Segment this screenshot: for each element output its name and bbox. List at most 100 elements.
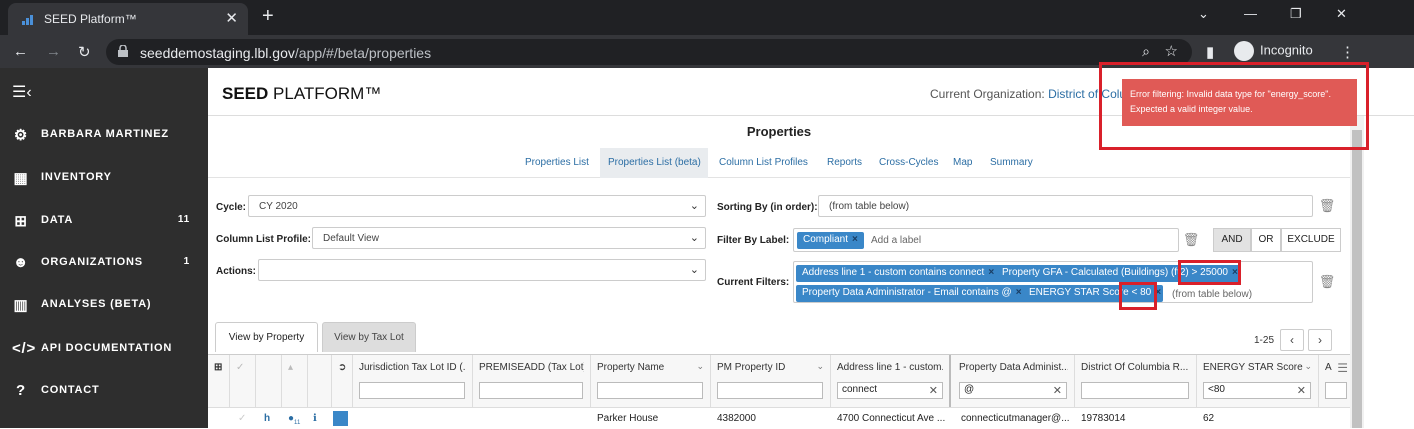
grid-menu-icon[interactable]: ☰ [1337, 361, 1348, 375]
col-address-line-1[interactable]: Address line 1 - custom... connect ✕ [831, 355, 951, 407]
column-list-profile-label: Column List Profile: [216, 234, 311, 245]
tab-summary[interactable]: Summary [990, 157, 1033, 168]
sidebar-item-data[interactable]: ⊞ DATA 11 [0, 202, 208, 240]
tab-properties-list[interactable]: Properties List [525, 157, 589, 168]
filter-input[interactable]: @ ✕ [959, 382, 1067, 399]
sorting-input[interactable]: (from table below) [818, 195, 1313, 217]
browser-menu-icon[interactable]: ⋮ [1340, 43, 1355, 61]
filter-chip-address[interactable]: Address line 1 - custom contains connect… [796, 265, 1001, 282]
bookmark-star-icon[interactable]: ☆ [1165, 42, 1178, 60]
new-tab-icon[interactable]: + [262, 5, 274, 28]
history-icon[interactable]: h [264, 413, 270, 424]
col-property-name[interactable]: Property Name ⌄ [591, 355, 711, 407]
zoom-icon[interactable]: ⌕ [1142, 43, 1150, 60]
table-row[interactable]: ✓ h ●11 ℹ Parker House 4382000 4700 Conn… [208, 407, 1350, 429]
reload-icon[interactable]: ↻ [78, 43, 91, 61]
chevron-down-icon[interactable]: ⌄ [696, 361, 704, 372]
clear-filters-trash-icon[interactable]: 🗑 [1316, 271, 1338, 293]
sidebar-item-label: ANALYSES (BETA) [41, 298, 152, 310]
sidebar-item-inventory[interactable]: ▦ INVENTORY [0, 159, 208, 197]
filter-chip-admin-email[interactable]: Property Data Administrator - Email cont… [796, 285, 1028, 302]
col-extra[interactable]: A ☰ [1319, 355, 1350, 407]
expand-all-column[interactable]: ⊞ [208, 355, 230, 407]
sidebar-item-contact[interactable]: ? CONTACT [0, 372, 208, 410]
filter-input[interactable] [717, 382, 823, 399]
filter-value: connect [842, 384, 878, 395]
col-property-data-admin[interactable]: Property Data Administ... @ ✕ [953, 355, 1075, 407]
tab-view-by-tax-lot[interactable]: View by Tax Lot [322, 322, 416, 352]
scrollbar-thumb[interactable] [1352, 130, 1362, 428]
forward-icon[interactable]: → [46, 43, 61, 60]
sidebar-item-api-docs[interactable]: </> API DOCUMENTATION [0, 330, 208, 368]
seed-logo[interactable]: SEED PLATFORM™ [222, 84, 381, 104]
incognito-indicator[interactable]: Incognito [1234, 41, 1313, 61]
logic-and-button[interactable]: AND [1213, 228, 1251, 252]
tab-map[interactable]: Map [953, 157, 972, 168]
tab-view-by-property[interactable]: View by Property [215, 322, 318, 352]
filter-input[interactable]: <80 ✕ [1203, 382, 1311, 399]
close-tab-icon[interactable]: ✕ [225, 9, 238, 27]
remove-chip-icon[interactable]: × [988, 267, 994, 278]
next-page-icon[interactable]: › [1308, 329, 1332, 351]
clear-filter-icon[interactable]: ✕ [1053, 384, 1062, 397]
sitemap-icon: ⊞ [14, 213, 28, 230]
logic-exclude-button[interactable]: EXCLUDE [1281, 228, 1341, 252]
back-icon[interactable]: ← [13, 43, 28, 60]
tab-search-icon[interactable]: ⌄ [1198, 6, 1209, 22]
sidebar-item-analyses[interactable]: ▥ ANALYSES (BETA) [0, 286, 208, 324]
remove-chip-icon[interactable]: × [1016, 287, 1022, 298]
sidebar-item-label: API DOCUMENTATION [41, 342, 173, 354]
page-scrollbar[interactable] [1350, 116, 1364, 428]
clear-labels-trash-icon[interactable]: 🗑 [1180, 229, 1202, 251]
column-chooser[interactable]: ➲ [332, 355, 353, 407]
sort-column[interactable]: ▴ [282, 355, 308, 407]
minimize-icon[interactable]: — [1244, 6, 1257, 21]
close-window-icon[interactable]: ✕ [1336, 6, 1347, 22]
sidebar-toggle-icon[interactable]: ☰‹ [12, 82, 32, 102]
tab-reports[interactable]: Reports [827, 157, 862, 168]
clear-sorting-trash-icon[interactable]: 🗑 [1316, 195, 1338, 217]
filter-input[interactable] [479, 382, 583, 399]
sidebar-item-user[interactable]: ⚙ BARBARA MARTINEZ [0, 116, 208, 154]
label-filter-input[interactable]: Compliant × Add a label [793, 228, 1179, 252]
chevron-down-icon[interactable]: ⌄ [816, 361, 824, 372]
filter-input[interactable] [359, 382, 465, 399]
restore-icon[interactable]: ❐ [1290, 6, 1302, 22]
browser-tab-title: SEED Platform™ [44, 12, 137, 26]
col-premiseadd[interactable]: PREMISEADD (Tax Lot) (... [473, 355, 591, 407]
column-title: Property Data Administ... [959, 362, 1068, 373]
info-icon[interactable]: ℹ [313, 413, 317, 424]
chevron-down-icon[interactable]: ⌄ [1304, 361, 1312, 372]
filter-input[interactable] [1081, 382, 1189, 399]
logic-or-button[interactable]: OR [1251, 228, 1281, 252]
filter-input[interactable] [1325, 382, 1347, 399]
tab-column-list-profiles[interactable]: Column List Profiles [719, 157, 808, 168]
clear-filter-icon[interactable]: ✕ [929, 384, 938, 397]
remove-chip-icon[interactable]: × [852, 234, 858, 245]
col-jurisdiction-tax-lot-id[interactable]: Jurisdiction Tax Lot ID (... [353, 355, 473, 407]
url-bar[interactable]: seeddemostaging.lbl.gov/app/#/beta/prope… [106, 39, 1192, 65]
chevron-down-icon: ⌄ [689, 200, 699, 212]
prev-page-icon[interactable]: ‹ [1280, 329, 1304, 351]
col-district-of-columbia[interactable]: District Of Columbia R... [1075, 355, 1197, 407]
tab-properties-list-beta[interactable]: Properties List (beta) [608, 157, 701, 168]
filter-input[interactable] [597, 382, 703, 399]
col-energy-star-score[interactable]: ENERGY STAR Score ⌄ <80 ✕ [1197, 355, 1319, 407]
clear-filter-icon[interactable]: ✕ [1297, 384, 1306, 397]
notes-icon[interactable]: ●11 [288, 413, 300, 426]
sidebar-item-count: 11 [177, 214, 190, 225]
filter-input[interactable]: connect ✕ [837, 382, 943, 399]
sidebar-item-organizations[interactable]: ☻ ORGANIZATIONS 1 [0, 244, 208, 282]
url-path: /app/#/beta/properties [294, 45, 432, 61]
cycle-select[interactable]: CY 2020 ⌄ [248, 195, 706, 217]
row-check-icon[interactable]: ✓ [238, 413, 246, 424]
select-all-column[interactable]: ✓ [230, 355, 256, 407]
browser-tab[interactable]: SEED Platform™ ✕ [8, 3, 248, 35]
side-panel-icon[interactable]: ▮ [1206, 43, 1214, 61]
actions-select[interactable]: ⌄ [258, 259, 706, 281]
label-chip-compliant[interactable]: Compliant × [797, 232, 864, 249]
col-pm-property-id[interactable]: PM Property ID ⌄ [711, 355, 831, 407]
highlight-error-toast [1099, 62, 1369, 150]
tab-cross-cycles[interactable]: Cross-Cycles [879, 157, 938, 168]
column-list-profile-select[interactable]: Default View ⌄ [312, 227, 706, 249]
